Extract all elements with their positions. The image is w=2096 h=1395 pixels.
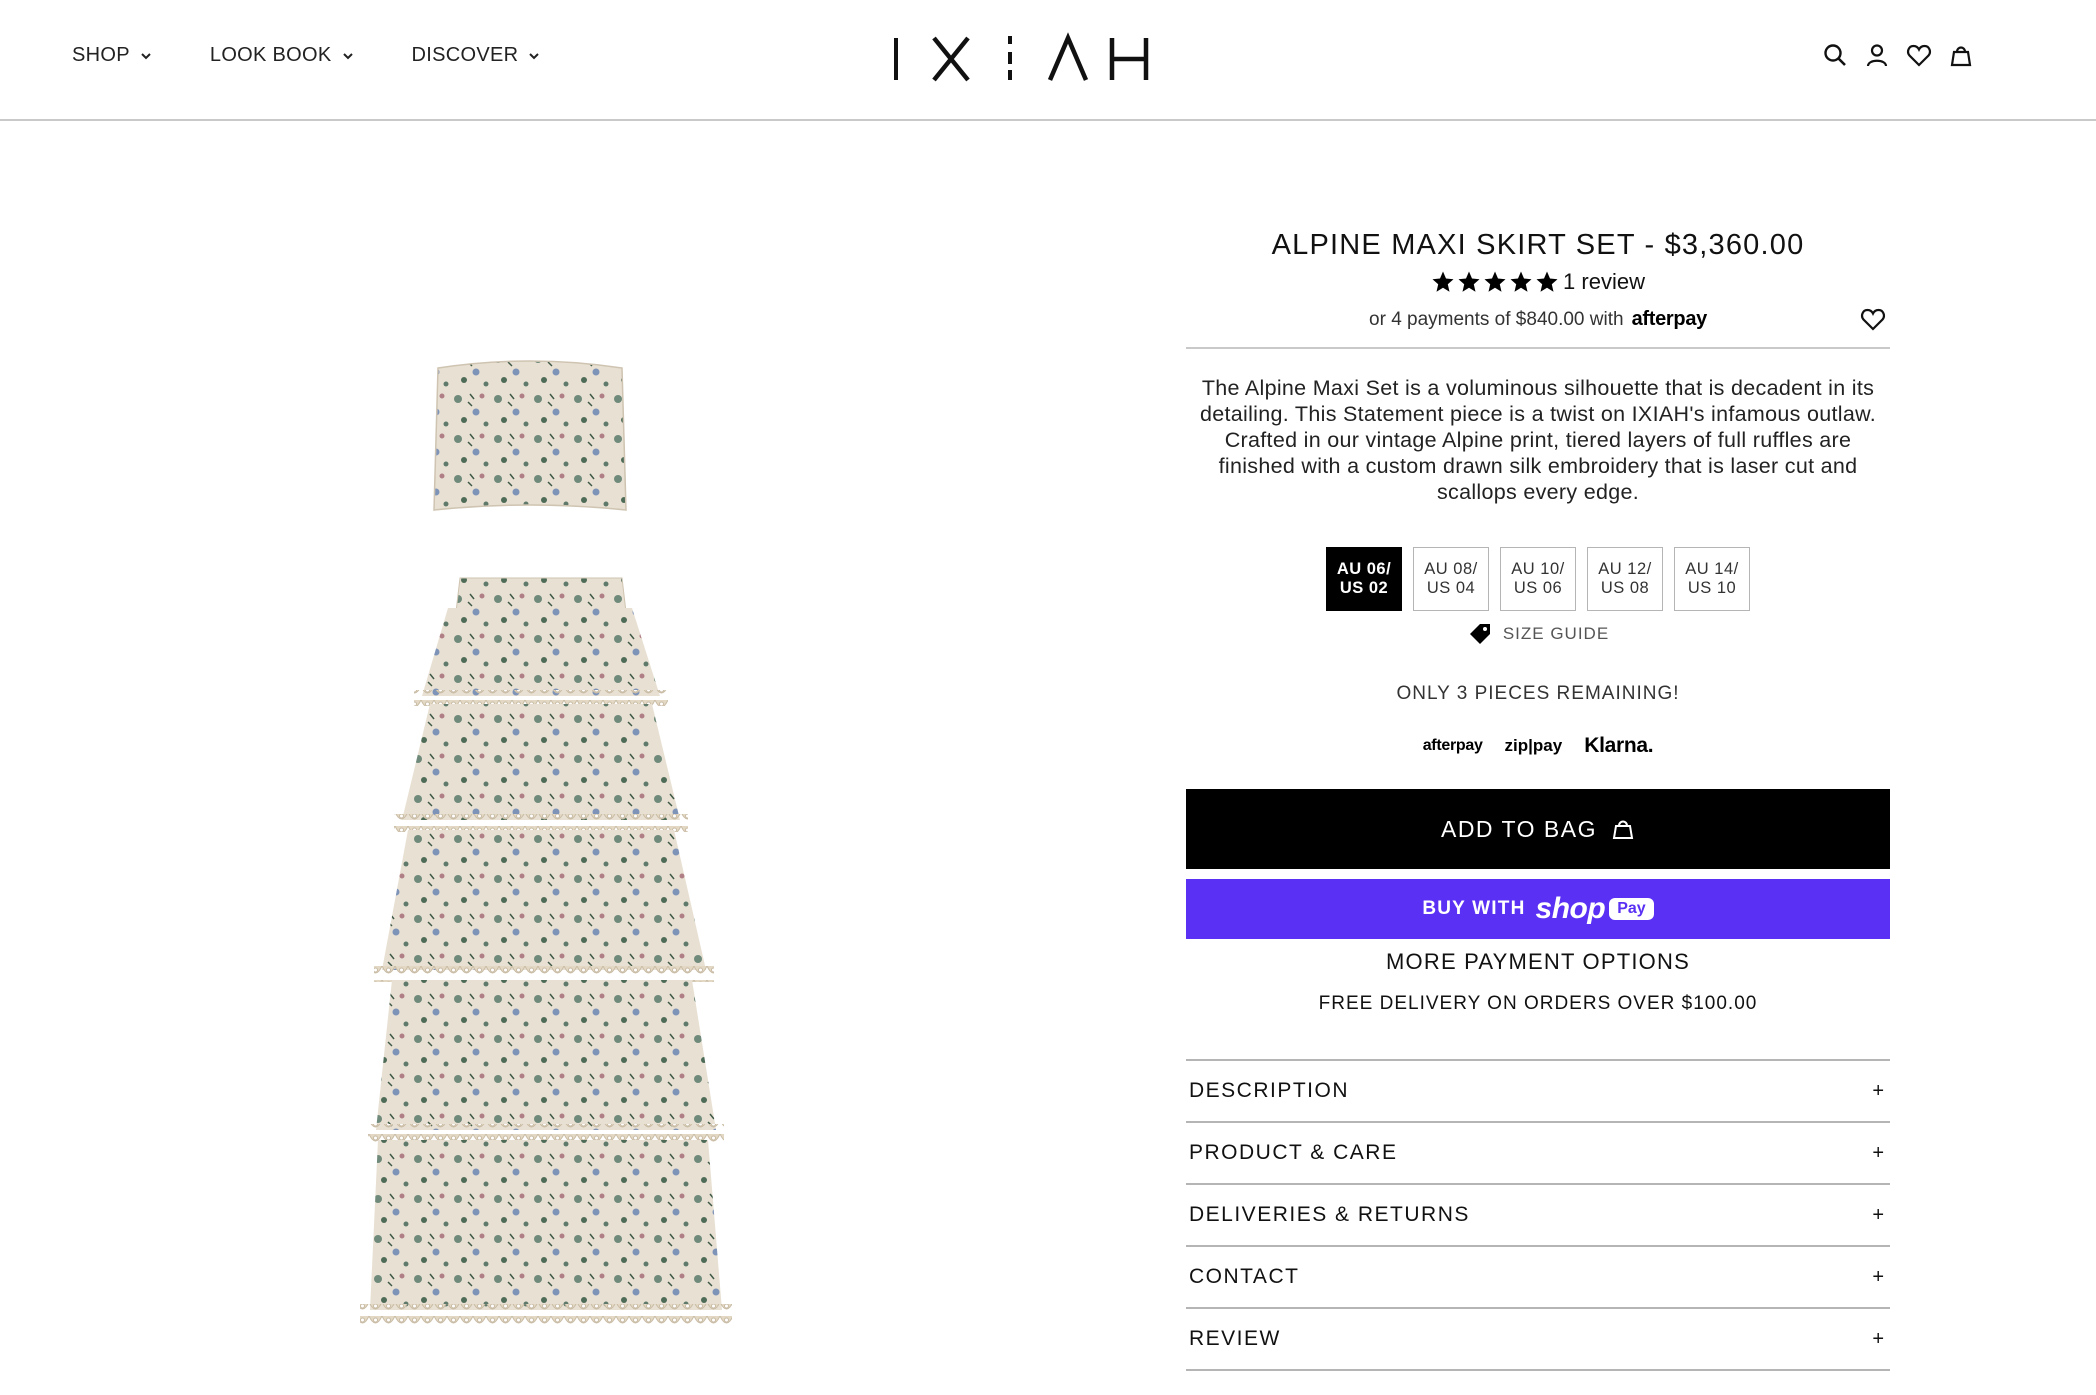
product-title: ALPINE MAXI SKIRT SET - $3,360.00: [1271, 229, 1805, 261]
plus-icon: +: [1872, 1141, 1884, 1164]
bag-icon[interactable]: [1948, 42, 1974, 68]
accordion-label: PRODUCT & CARE: [1189, 1141, 1398, 1164]
size-us: US 04: [1426, 579, 1476, 597]
buy-with-label: BUY WITH: [1422, 898, 1526, 919]
size-us: US 02: [1339, 579, 1389, 597]
afterpay-logo: afterpay: [1422, 737, 1483, 754]
size-option[interactable]: AU 10/ US 06: [1500, 547, 1576, 611]
bag-icon: [1612, 820, 1634, 839]
size-au: AU 10/: [1511, 560, 1565, 578]
accordion-label: CONTACT: [1189, 1265, 1300, 1288]
payment-logos: afterpay zip|pay Klarna.: [1186, 731, 1890, 761]
afterpay-text: or 4 payments of $840.00 with: [1369, 309, 1624, 330]
plus-icon: +: [1872, 1203, 1884, 1226]
accordion-contact[interactable]: CONTACT +: [1186, 1247, 1890, 1309]
chevron-down-icon: [529, 52, 540, 59]
size-us: US 06: [1513, 579, 1563, 597]
size-option[interactable]: AU 08/ US 04: [1413, 547, 1489, 611]
accordion-product-care[interactable]: PRODUCT & CARE +: [1186, 1123, 1890, 1185]
accordion-description[interactable]: DESCRIPTION +: [1186, 1061, 1890, 1123]
add-to-bag-button[interactable]: ADD TO BAG: [1186, 789, 1890, 869]
main-nav: SHOP LOOK BOOK DISCOVER: [72, 44, 598, 67]
size-guide-label: SIZE GUIDE: [1502, 624, 1610, 643]
size-au: AU 12/: [1598, 560, 1652, 578]
plus-icon: +: [1872, 1265, 1884, 1288]
nav-look-book-label: LOOK BOOK: [209, 44, 332, 66]
accordion-label: REVIEW: [1189, 1327, 1281, 1350]
stock-message: ONLY 3 PIECES REMAINING!: [1396, 683, 1680, 704]
size-us: US 08: [1600, 579, 1650, 597]
accordion-deliveries-returns[interactable]: DELIVERIES & RETURNS +: [1186, 1185, 1890, 1247]
shop-pay-button[interactable]: BUY WITH shop Pay: [1186, 879, 1890, 939]
more-payment-options-link[interactable]: MORE PAYMENT OPTIONS: [1186, 949, 1890, 979]
chevron-down-icon: [141, 52, 151, 59]
review-count[interactable]: 1 review: [1563, 269, 1645, 295]
wishlist-icon[interactable]: [1906, 42, 1932, 68]
shop-pay-logo: shop: [1535, 892, 1606, 925]
divider: [1186, 347, 1890, 349]
size-option[interactable]: AU 12/ US 08: [1587, 547, 1663, 611]
star-icon: [1484, 271, 1506, 292]
size-au: AU 14/: [1685, 560, 1739, 578]
nav-shop[interactable]: SHOP: [72, 44, 152, 67]
star-icon: [1432, 271, 1454, 292]
size-option[interactable]: AU 14/ US 10: [1674, 547, 1750, 611]
tag-icon: [1469, 624, 1490, 644]
chevron-down-icon: [342, 52, 353, 59]
product-image[interactable]: [330, 350, 750, 1350]
size-us: US 10: [1687, 579, 1737, 597]
heart-icon[interactable]: [1860, 307, 1886, 331]
afterpay-logo[interactable]: afterpay: [1632, 308, 1708, 330]
klarna-logo: Klarna.: [1584, 734, 1654, 757]
star-icon: [1458, 271, 1480, 292]
brand-logo[interactable]: [890, 30, 1150, 86]
size-au: AU 08/: [1424, 560, 1478, 578]
accordion-review[interactable]: REVIEW +: [1186, 1309, 1890, 1371]
account-icon[interactable]: [1864, 42, 1890, 68]
site-header: SHOP LOOK BOOK DISCOVER: [0, 0, 2096, 121]
plus-icon: +: [1872, 1327, 1884, 1350]
accordion-label: DELIVERIES & RETURNS: [1189, 1203, 1470, 1226]
nav-look-book[interactable]: LOOK BOOK: [210, 44, 354, 67]
header-icons: [1822, 42, 1974, 68]
plus-icon: +: [1872, 1079, 1884, 1102]
star-icon: [1536, 271, 1558, 292]
star-rating: [1431, 270, 1559, 294]
zippay-logo: zip|pay: [1504, 736, 1563, 755]
free-delivery-note: FREE DELIVERY ON ORDERS OVER $100.00: [1318, 993, 1758, 1014]
afterpay-installments: or 4 payments of $840.00 with afterpay: [1186, 299, 1890, 339]
shop-pay-pill: Pay: [1609, 898, 1654, 920]
product-info: ALPINE MAXI SKIRT SET - $3,360.00 1 revi…: [1186, 225, 1890, 1371]
product-rating[interactable]: 1 review: [1186, 265, 1890, 299]
product-description: The Alpine Maxi Set is a voluminous silh…: [1199, 376, 1876, 504]
product-accordion: DESCRIPTION + PRODUCT & CARE + DELIVERIE…: [1186, 1059, 1890, 1371]
size-option[interactable]: AU 06/ US 02: [1326, 547, 1402, 611]
add-to-bag-label: ADD TO BAG: [1440, 815, 1598, 842]
nav-discover-label: DISCOVER: [411, 44, 519, 66]
accordion-label: DESCRIPTION: [1189, 1079, 1350, 1102]
nav-shop-label: SHOP: [72, 44, 130, 66]
star-icon: [1510, 271, 1532, 292]
size-selector: AU 06/ US 02 AU 08/ US 04 AU 10/ US 06 A…: [1186, 547, 1890, 611]
search-icon[interactable]: [1822, 42, 1848, 68]
size-guide-link[interactable]: SIZE GUIDE: [1186, 621, 1890, 647]
nav-discover[interactable]: DISCOVER: [412, 44, 541, 67]
size-au: AU 06/: [1336, 560, 1392, 578]
